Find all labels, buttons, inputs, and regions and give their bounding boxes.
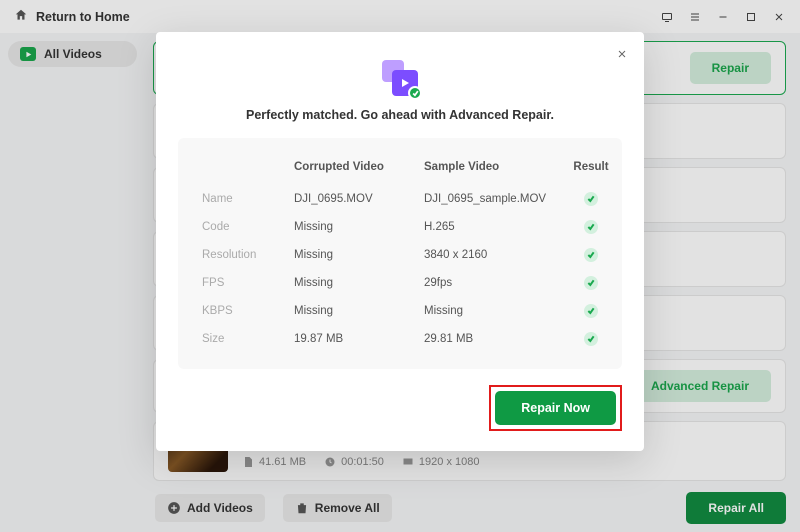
check-icon (584, 276, 598, 290)
table-row: FPSMissing29fps (202, 269, 598, 297)
advanced-repair-modal: Perfectly matched. Go ahead with Advance… (156, 32, 644, 451)
check-icon (584, 304, 598, 318)
row-sample: 29fps (424, 277, 566, 289)
row-corrupted: Missing (294, 305, 424, 317)
col-sample: Sample Video (424, 161, 566, 173)
row-label: KBPS (202, 305, 294, 317)
row-result (566, 276, 616, 290)
check-icon (584, 248, 598, 262)
table-row: CodeMissingH.265 (202, 213, 598, 241)
check-icon (584, 220, 598, 234)
col-corrupted: Corrupted Video (294, 161, 424, 173)
row-label: Name (202, 193, 294, 205)
row-sample: DJI_0695_sample.MOV (424, 193, 566, 205)
table-row: Size19.87 MB29.81 MB (202, 325, 598, 353)
table-row: ResolutionMissing3840 x 2160 (202, 241, 598, 269)
row-sample: H.265 (424, 221, 566, 233)
modal-close-button[interactable] (614, 46, 630, 62)
check-icon (584, 332, 598, 346)
row-corrupted: Missing (294, 249, 424, 261)
match-success-icon (382, 60, 418, 96)
row-result (566, 332, 616, 346)
row-sample: 29.81 MB (424, 333, 566, 345)
col-result: Result (566, 161, 616, 173)
row-sample: Missing (424, 305, 566, 317)
row-label: Code (202, 221, 294, 233)
row-result (566, 220, 616, 234)
row-result (566, 304, 616, 318)
comparison-table: Corrupted Video Sample Video Result Name… (178, 138, 622, 369)
table-row: KBPSMissingMissing (202, 297, 598, 325)
check-icon (584, 192, 598, 206)
repair-now-button[interactable]: Repair Now (495, 391, 616, 425)
row-label: Size (202, 333, 294, 345)
row-label: Resolution (202, 249, 294, 261)
row-corrupted: Missing (294, 277, 424, 289)
row-result (566, 248, 616, 262)
row-sample: 3840 x 2160 (424, 249, 566, 261)
table-row: NameDJI_0695.MOVDJI_0695_sample.MOV (202, 185, 598, 213)
row-corrupted: Missing (294, 221, 424, 233)
modal-overlay: Perfectly matched. Go ahead with Advance… (0, 0, 800, 532)
row-corrupted: DJI_0695.MOV (294, 193, 424, 205)
row-label: FPS (202, 277, 294, 289)
callout-highlight: Repair Now (489, 385, 622, 431)
modal-message: Perfectly matched. Go ahead with Advance… (246, 108, 554, 122)
row-corrupted: 19.87 MB (294, 333, 424, 345)
row-result (566, 192, 616, 206)
